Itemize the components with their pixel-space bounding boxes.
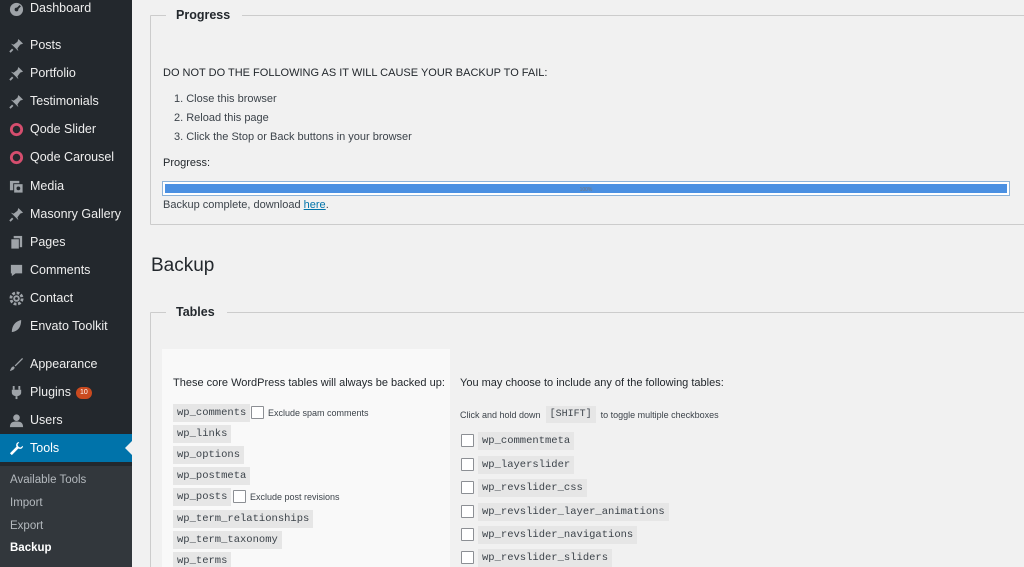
ring-icon <box>0 150 30 165</box>
progress-percent: 100% <box>579 187 593 193</box>
download-link[interactable]: here <box>304 199 326 211</box>
menu-comments[interactable]: Comments <box>0 257 132 283</box>
core-tables-heading: These core WordPress tables will always … <box>173 377 445 389</box>
menu-pages[interactable]: Pages <box>0 229 132 255</box>
core-table-name: wp_comments <box>173 404 251 422</box>
include-table-checkbox[interactable] <box>461 551 474 564</box>
optional-table-name: wp_commentmeta <box>478 432 575 450</box>
tools-submenu: Available Tools Import Export Backup <box>0 466 132 567</box>
pin-icon <box>0 66 30 81</box>
include-table-checkbox[interactable] <box>461 528 474 541</box>
ring-icon <box>0 122 30 137</box>
exclude-revisions-checkbox[interactable] <box>233 490 246 503</box>
menu-portfolio[interactable]: Portfolio <box>0 60 132 86</box>
menu-testimonials[interactable]: Testimonials <box>0 88 132 114</box>
core-table-name: wp_postmeta <box>173 467 251 485</box>
menu-posts[interactable]: Posts <box>0 32 132 58</box>
menu-appearance[interactable]: Appearance <box>0 351 132 377</box>
core-table-name: wp_options <box>173 446 245 464</box>
menu-qode-slider[interactable]: Qode Slider <box>0 116 132 142</box>
menu-envato-toolkit[interactable]: Envato Toolkit <box>0 313 132 339</box>
admin-sidebar: Dashboard Posts Portfolio Testimonials Q… <box>0 0 132 567</box>
optional-table-name: wp_revslider_sliders <box>478 549 613 567</box>
include-table-checkbox[interactable] <box>461 481 474 494</box>
comment-icon <box>0 263 30 278</box>
progress-label: Progress: <box>163 157 211 169</box>
exclude-revisions-label: Exclude post revisions <box>250 492 340 502</box>
progress-legend: Progress <box>166 8 243 22</box>
menu-contact[interactable]: Contact <box>0 285 132 311</box>
exclude-spam-label: Exclude spam comments <box>268 408 369 418</box>
include-table-checkbox[interactable] <box>461 458 474 471</box>
menu-tools[interactable]: Tools <box>0 434 132 462</box>
brush-icon <box>0 357 30 372</box>
tables-legend: Tables <box>166 305 227 319</box>
optional-tables-heading: You may choose to include any of the fol… <box>460 377 724 389</box>
menu-users[interactable]: Users <box>0 407 132 433</box>
backup-warning: DO NOT DO THE FOLLOWING AS IT WILL CAUSE… <box>163 67 548 79</box>
shift-hint: Click and hold down [SHIFT] to toggle mu… <box>460 406 719 423</box>
menu-masonry-gallery[interactable]: Masonry Gallery <box>0 201 132 227</box>
pin-icon <box>0 94 30 109</box>
core-table-name: wp_terms <box>173 552 232 567</box>
submenu-import[interactable]: Import <box>10 497 43 509</box>
wrench-icon <box>0 441 30 456</box>
media-icon <box>0 179 30 194</box>
gear-icon <box>0 290 30 306</box>
backup-complete-message: Backup complete, download here. <box>163 199 329 211</box>
core-table-name: wp_links <box>173 425 232 443</box>
shift-key: [SHIFT] <box>545 406 596 423</box>
menu-dashboard[interactable]: Dashboard <box>0 0 132 21</box>
include-table-checkbox[interactable] <box>461 434 474 447</box>
menu-qode-carousel[interactable]: Qode Carousel <box>0 144 132 170</box>
submenu-export[interactable]: Export <box>10 520 43 532</box>
plug-icon <box>0 385 30 400</box>
core-table-name: wp_posts <box>173 488 232 506</box>
pin-icon <box>0 207 30 222</box>
optional-table-name: wp_revslider_navigations <box>478 526 638 544</box>
menu-media[interactable]: Media <box>0 173 132 199</box>
warning-step: 2. Reload this page <box>174 112 269 124</box>
core-table-name: wp_term_taxonomy <box>173 531 282 549</box>
pin-icon <box>0 38 30 53</box>
optional-table-name: wp_revslider_css <box>478 479 587 497</box>
dashboard-icon <box>0 1 30 16</box>
pages-icon <box>0 235 30 250</box>
progress-bar-fill: 100% <box>165 184 1007 193</box>
page-title: Backup <box>151 255 215 276</box>
warning-step: 1. Close this browser <box>174 93 277 105</box>
plugins-update-badge: 10 <box>76 386 92 399</box>
leaf-icon <box>0 319 30 334</box>
submenu-backup[interactable]: Backup <box>10 542 52 554</box>
progress-bar: 100% <box>162 181 1010 196</box>
menu-plugins[interactable]: Plugins 10 <box>0 379 132 405</box>
submenu-available-tools[interactable]: Available Tools <box>10 474 86 486</box>
user-icon <box>0 413 30 428</box>
exclude-spam-checkbox[interactable] <box>251 406 264 419</box>
include-table-checkbox[interactable] <box>461 505 474 518</box>
main-content: Progress DO NOT DO THE FOLLOWING AS IT W… <box>132 0 1024 567</box>
optional-table-name: wp_layerslider <box>478 456 575 474</box>
optional-table-name: wp_revslider_layer_animations <box>478 503 669 521</box>
core-table-name: wp_term_relationships <box>173 510 314 528</box>
warning-step: 3. Click the Stop or Back buttons in you… <box>174 131 412 143</box>
